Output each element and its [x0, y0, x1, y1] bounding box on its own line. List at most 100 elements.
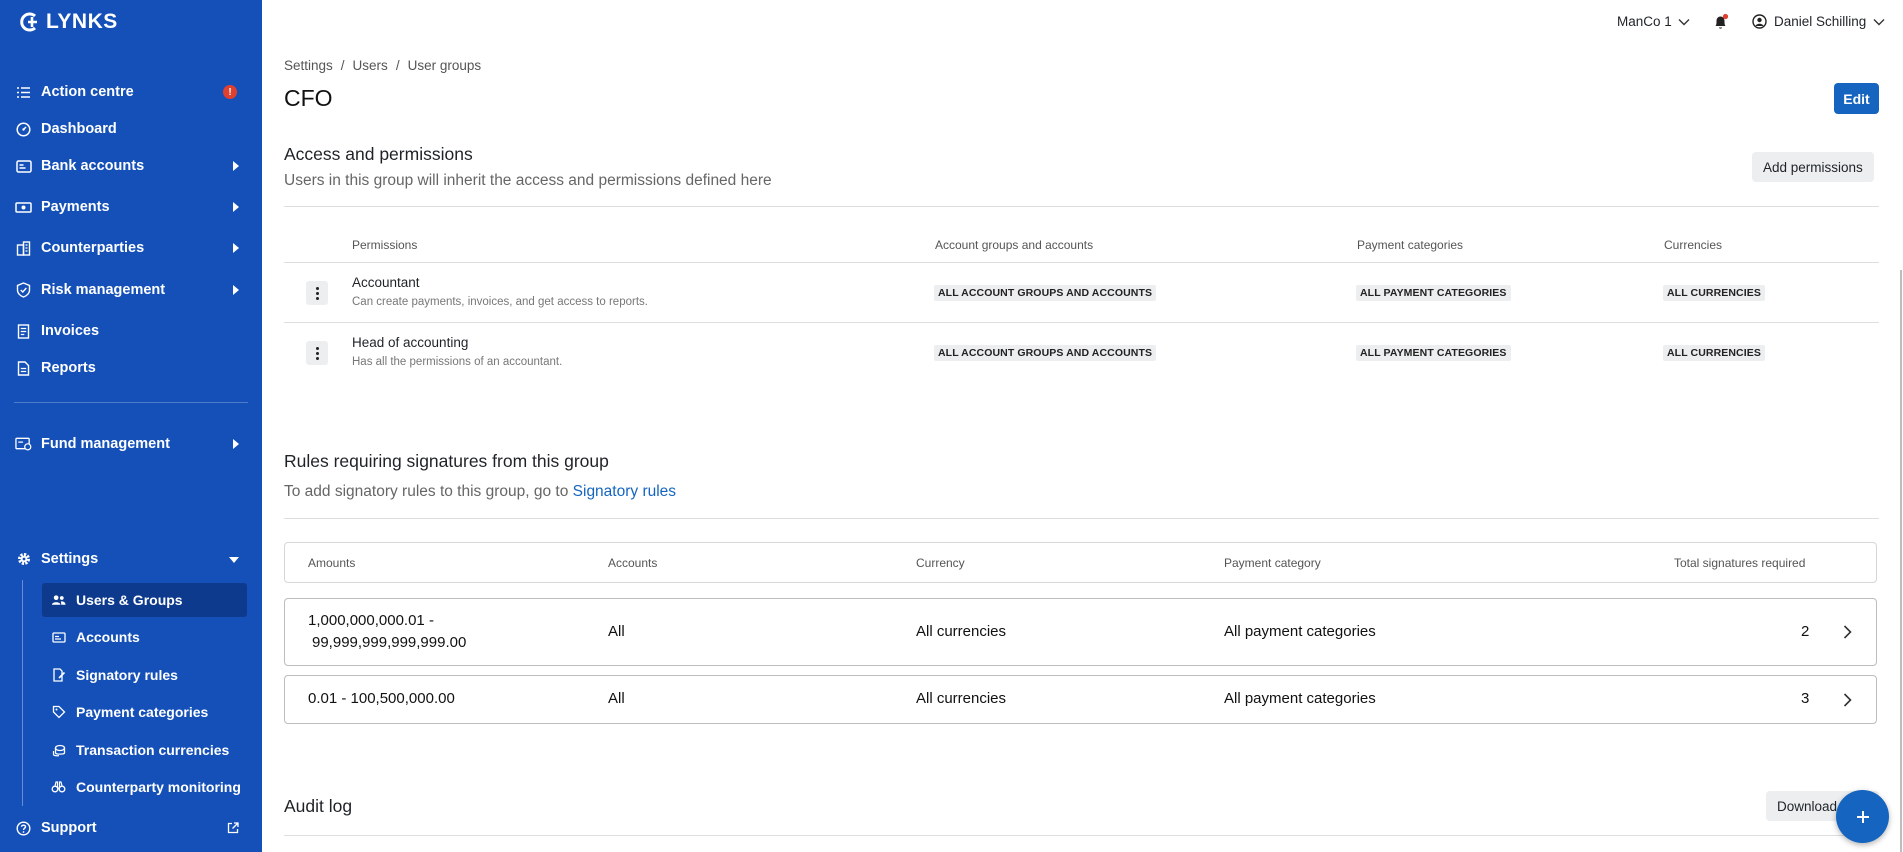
checklist-icon [15, 84, 32, 101]
external-link-icon [227, 822, 239, 838]
sidebar-subitem-counterparty-monitoring[interactable]: Counterparty monitoring [42, 770, 247, 804]
more-options-icon[interactable] [306, 281, 328, 305]
sidebar-item-dashboard[interactable]: Dashboard [0, 112, 262, 146]
sidebar-subitem-label: Payment categories [76, 704, 209, 720]
rule-payment-category: All payment categories [1224, 623, 1376, 640]
sidebar-subitem-users-groups[interactable]: Users & Groups [42, 583, 247, 617]
sidebar-item-invoices[interactable]: Invoices [0, 314, 262, 348]
sidebar-subitem-label: Signatory rules [76, 667, 178, 683]
column-header-permissions: Permissions [352, 238, 418, 252]
payment-categories-tag: ALL PAYMENT CATEGORIES [1356, 285, 1511, 301]
permission-description: Has all the permissions of an accountant… [352, 356, 563, 368]
sidebar-item-support[interactable]: Support [0, 811, 262, 845]
sidebar-subitem-label: Transaction currencies [76, 742, 230, 758]
breadcrumb-user-groups[interactable]: User groups [408, 58, 482, 73]
sidebar-item-label: Bank accounts [41, 158, 145, 174]
breadcrumb-settings[interactable]: Settings [284, 58, 333, 73]
sidebar-item-label: Fund management [41, 436, 170, 452]
rule-currency: All currencies [916, 690, 1007, 707]
caret-right-icon [233, 202, 239, 212]
permission-description: Can create payments, invoices, and get a… [352, 296, 648, 308]
rule-row[interactable]: 1,000,000,000.01 - 99,999,999,999,999.00… [284, 598, 1877, 666]
receipt-icon [15, 323, 32, 340]
settings-submenu-line [22, 580, 23, 806]
payment-categories-tag: ALL PAYMENT CATEGORIES [1356, 345, 1511, 361]
caret-right-icon [233, 439, 239, 449]
account-groups-tag: ALL ACCOUNT GROUPS AND ACCOUNTS [934, 345, 1157, 361]
column-header-total-signatures: Total signatures required [1674, 556, 1806, 570]
bank-card-icon [15, 158, 32, 175]
sidebar-item-label: Dashboard [41, 121, 117, 137]
rule-row[interactable]: 0.01 - 100,500,000.00 All All currencies… [284, 675, 1877, 724]
edit-button[interactable]: Edit [1834, 83, 1879, 114]
sidebar-item-label: Settings [41, 551, 99, 567]
access-section-subtitle: Users in this group will inherit the acc… [284, 172, 772, 189]
sidebar-item-label: Invoices [41, 323, 100, 339]
chevron-down-icon [1873, 18, 1885, 25]
user-name: Daniel Schilling [1774, 14, 1867, 29]
sidebar-subitem-payment-categories[interactable]: Payment categories [42, 695, 247, 729]
access-section-title: Access and permissions [284, 144, 473, 164]
sidebar-item-bank-accounts[interactable]: Bank accounts [0, 149, 262, 183]
brand-name: LYNKS [46, 10, 118, 33]
more-options-icon[interactable] [306, 341, 328, 365]
rule-payment-category: All payment categories [1224, 690, 1376, 707]
help-circle-icon [15, 820, 32, 837]
permission-row: Head of accounting Has all the permissio… [284, 322, 1879, 382]
column-header-accounts: Accounts [608, 556, 658, 570]
signatory-rules-link[interactable]: Signatory rules [573, 483, 676, 500]
lynks-logo-icon [20, 12, 37, 32]
chevron-down-icon [1678, 18, 1690, 25]
cash-icon [15, 199, 32, 216]
sidebar-subitem-signatory-rules[interactable]: Signatory rules [42, 658, 247, 692]
permission-row: Accountant Can create payments, invoices… [284, 262, 1879, 322]
sidebar-item-label: Reports [41, 360, 96, 376]
section-divider [284, 206, 1879, 207]
sidebar-item-payments[interactable]: Payments [0, 190, 262, 224]
section-divider [284, 835, 1879, 836]
shield-check-icon [15, 282, 32, 299]
caret-right-icon [233, 285, 239, 295]
signature-icon [51, 668, 66, 683]
rule-accounts: All [608, 690, 625, 707]
lynks-logo[interactable]: LYNKS [18, 10, 118, 34]
sidebar-subitem-label: Counterparty monitoring [76, 779, 241, 795]
permission-name: Head of accounting [352, 335, 469, 350]
sidebar-item-label: Action centre [41, 84, 134, 100]
chevron-right-icon [1843, 692, 1852, 707]
sidebar-item-fund-management[interactable]: Fund management [0, 427, 262, 461]
column-header-amounts: Amounts [308, 556, 356, 570]
sidebar-item-reports[interactable]: Reports [0, 351, 262, 385]
sidebar-item-label: Counterparties [41, 240, 145, 256]
sidebar-item-settings[interactable]: Settings [0, 542, 262, 576]
breadcrumb-users[interactable]: Users [353, 58, 388, 73]
company-name: ManCo 1 [1617, 14, 1672, 29]
binoculars-icon [51, 780, 66, 795]
scrollbar[interactable] [1900, 270, 1902, 852]
caret-right-icon [233, 243, 239, 253]
sidebar-item-action-centre[interactable]: Action centre ! [0, 75, 262, 109]
section-divider [284, 518, 1879, 519]
coins-icon [51, 743, 66, 758]
caret-right-icon [233, 161, 239, 171]
company-selector[interactable]: ManCo 1 [1617, 14, 1690, 29]
users-icon [51, 593, 66, 608]
rule-currency: All currencies [916, 623, 1007, 640]
sidebar-subitem-transaction-currencies[interactable]: Transaction currencies [42, 733, 247, 767]
sidebar-subitem-accounts[interactable]: Accounts [42, 620, 247, 654]
gauge-icon [15, 121, 32, 138]
sidebar-item-risk-management[interactable]: Risk management [0, 273, 262, 307]
column-header-currency: Currency [916, 556, 965, 570]
add-permissions-button[interactable]: Add permissions [1752, 152, 1874, 182]
sidebar-item-counterparties[interactable]: Counterparties [0, 231, 262, 265]
document-icon [15, 360, 32, 377]
user-menu[interactable]: Daniel Schilling [1752, 14, 1885, 29]
column-header-currencies: Currencies [1664, 238, 1723, 252]
caret-down-icon [229, 557, 239, 563]
rules-section-subtitle: To add signatory rules to this group, go… [284, 483, 676, 501]
add-fab-button[interactable] [1836, 790, 1889, 843]
building-icon [15, 240, 32, 257]
rule-accounts: All [608, 623, 625, 640]
notifications-button[interactable] [1712, 13, 1730, 36]
sidebar: LYNKS Action centre ! Dashboard Bank acc… [0, 0, 262, 852]
